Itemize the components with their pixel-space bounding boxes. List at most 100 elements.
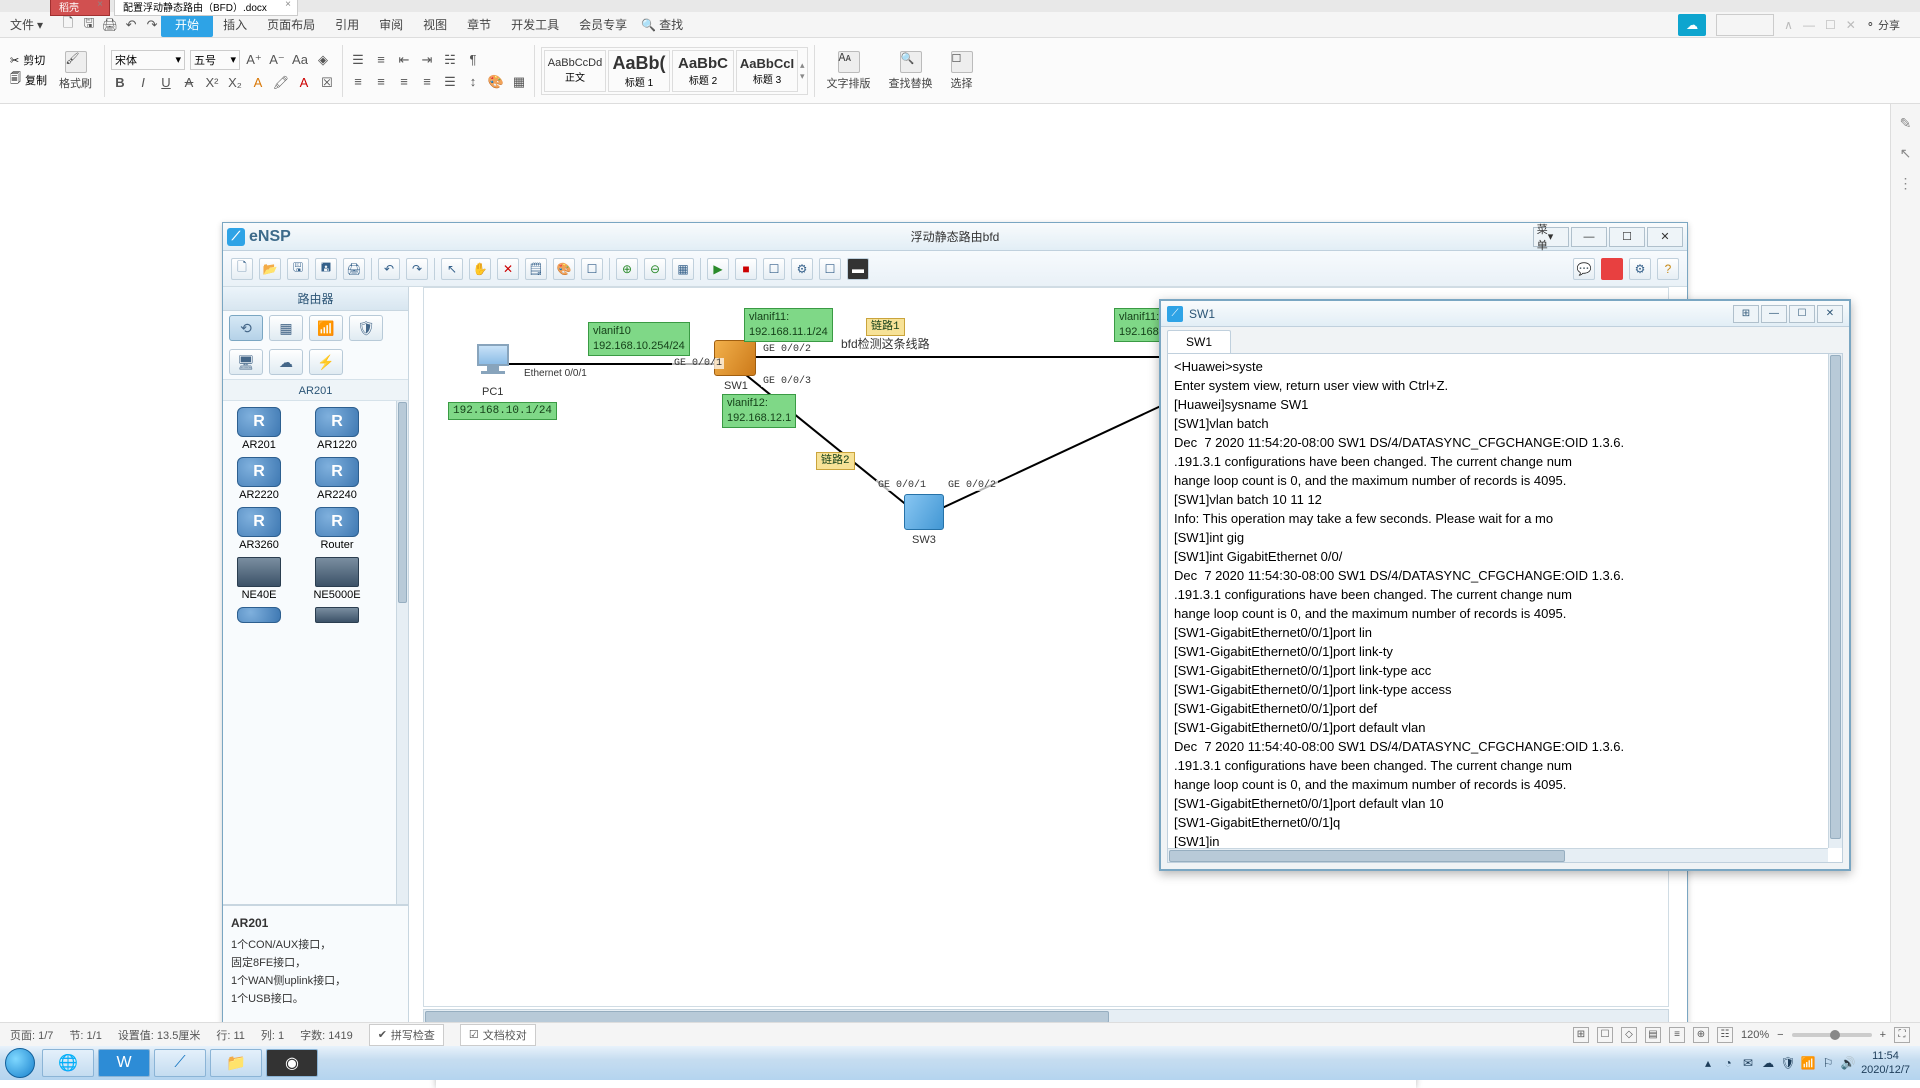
zoom-slider[interactable] xyxy=(1792,1033,1872,1037)
view-mode-icon[interactable]: ≡ xyxy=(1669,1027,1685,1043)
char-border-button[interactable]: ☒ xyxy=(318,74,336,92)
device-sw3[interactable] xyxy=(904,494,944,530)
bullet-list-icon[interactable]: ☰ xyxy=(349,51,367,69)
find-replace-button[interactable]: 🔍查找替换 xyxy=(883,41,939,101)
shrink-font-icon[interactable]: A⁻ xyxy=(268,51,286,69)
text-icon[interactable]: ☐ xyxy=(581,258,603,280)
tab-start[interactable]: 开始 xyxy=(161,12,213,37)
tray-icon[interactable]: 🛡 xyxy=(1781,1056,1795,1070)
align-justify-icon[interactable]: ≡ xyxy=(418,73,436,91)
view-mode-icon[interactable]: ☐ xyxy=(1597,1027,1613,1043)
fullscreen-icon[interactable]: ⛶ xyxy=(1894,1027,1910,1043)
task-obs[interactable]: ◉ xyxy=(266,1049,318,1077)
superscript-button[interactable]: X² xyxy=(203,74,221,92)
device-ar2240[interactable]: RAR2240 xyxy=(307,457,367,501)
cat-firewall-icon[interactable]: 🛡 xyxy=(349,315,383,341)
font-color-button[interactable]: A xyxy=(295,74,313,92)
toolbar-icon[interactable]: ↷ xyxy=(143,16,161,34)
cli-icon[interactable]: ▬ xyxy=(847,258,869,280)
settings-icon[interactable]: ⚙ xyxy=(1629,258,1651,280)
tab-review[interactable]: 审阅 xyxy=(369,12,413,37)
cat-switch-icon[interactable]: ▦ xyxy=(269,315,303,341)
tray-icon[interactable]: ⚐ xyxy=(1821,1056,1835,1070)
ensp-menu-button[interactable]: 菜 单 ▾ xyxy=(1533,227,1569,247)
slider-knob[interactable] xyxy=(1830,1030,1840,1040)
scroll-thumb[interactable] xyxy=(1830,355,1841,839)
tray-icon[interactable]: ◔ xyxy=(1721,1056,1735,1070)
tray-icon[interactable]: ✉ xyxy=(1741,1056,1755,1070)
close-icon[interactable]: ✕ xyxy=(1846,18,1856,32)
font-size-select[interactable]: 五号▾ xyxy=(190,50,240,70)
change-case-icon[interactable]: Aa xyxy=(291,51,309,69)
scroll-thumb[interactable] xyxy=(398,402,407,603)
tab-reference[interactable]: 引用 xyxy=(325,12,369,37)
align-center-icon[interactable]: ≡ xyxy=(372,73,390,91)
undo-icon[interactable]: ↶ xyxy=(378,258,400,280)
view-mode-icon[interactable]: ⊕ xyxy=(1693,1027,1709,1043)
zoom-in-button[interactable]: + xyxy=(1880,1029,1886,1041)
underline-button[interactable]: U xyxy=(157,74,175,92)
task-browser[interactable]: 🌐 xyxy=(42,1049,94,1077)
align-left-icon[interactable]: ≡ xyxy=(349,73,367,91)
tab-page-layout[interactable]: 页面布局 xyxy=(257,12,325,37)
print-icon[interactable]: 🖨 xyxy=(343,258,365,280)
style-heading3[interactable]: AaBbCcI标题 3 xyxy=(736,50,798,92)
device-router[interactable]: RRouter xyxy=(307,507,367,551)
tab-devtool[interactable]: 开发工具 xyxy=(501,12,569,37)
help-icon[interactable]: ? xyxy=(1657,258,1679,280)
tool-icon[interactable]: ✎ xyxy=(1897,114,1915,132)
close-icon[interactable]: ✕ xyxy=(1647,227,1683,247)
tray-icon[interactable]: 📶 xyxy=(1801,1056,1815,1070)
tray-clock[interactable]: 11:542020/12/7 xyxy=(1861,1049,1910,1077)
task-wps[interactable]: W xyxy=(98,1049,150,1077)
tab-insert[interactable]: 插入 xyxy=(213,12,257,37)
save-icon[interactable]: 🖫 xyxy=(287,258,309,280)
toolbar-icon[interactable]: 🖨 xyxy=(101,16,119,34)
show-marks-icon[interactable]: ¶ xyxy=(464,51,482,69)
collapse-ribbon-icon[interactable]: ∧ xyxy=(1784,18,1793,32)
tray-icon[interactable]: ☁ xyxy=(1761,1056,1775,1070)
note-icon[interactable]: 🗒 xyxy=(525,258,547,280)
misc-icon[interactable]: ☐ xyxy=(819,258,841,280)
scroll-thumb[interactable] xyxy=(1169,850,1565,862)
cat-cloud-icon[interactable]: ☁ xyxy=(269,349,303,375)
font-family-select[interactable]: 宋体▾ xyxy=(111,50,185,70)
text-layout-button[interactable]: 🗛文字排版 xyxy=(821,41,877,101)
outdent-icon[interactable]: ⇤ xyxy=(395,51,413,69)
minimize-icon[interactable]: — xyxy=(1761,305,1787,323)
device-partial[interactable] xyxy=(229,607,289,623)
sort-icon[interactable]: ☵ xyxy=(441,51,459,69)
device-ar201[interactable]: RAR201 xyxy=(229,407,289,451)
fit-icon[interactable]: ▦ xyxy=(672,258,694,280)
toolbar-icon[interactable]: ↶ xyxy=(122,16,140,34)
task-explorer[interactable]: 📁 xyxy=(210,1049,262,1077)
device-ne5000e[interactable]: NE5000E xyxy=(307,557,367,601)
login-input[interactable] xyxy=(1716,14,1774,36)
view-mode-icon[interactable]: ▤ xyxy=(1645,1027,1661,1043)
style-normal[interactable]: AaBbCcDd正文 xyxy=(544,50,606,92)
pan-icon[interactable]: ✋ xyxy=(469,258,491,280)
terminal-titlebar[interactable]: ⟋ SW1 ⊞ — ☐ ✕ xyxy=(1161,301,1849,327)
toolbar-icon[interactable]: 🗋 xyxy=(59,16,77,34)
align-right-icon[interactable]: ≡ xyxy=(395,73,413,91)
maximize-icon[interactable]: ☐ xyxy=(1789,305,1815,323)
indent-icon[interactable]: ⇥ xyxy=(418,51,436,69)
view-mode-icon[interactable]: ◇ xyxy=(1621,1027,1637,1043)
share-button[interactable]: ⚬分享 xyxy=(1866,17,1900,33)
tab-chapter[interactable]: 章节 xyxy=(457,12,501,37)
copy-button[interactable]: 🗐复制 xyxy=(10,70,47,89)
italic-button[interactable]: I xyxy=(134,74,152,92)
shading-icon[interactable]: 🎨 xyxy=(487,73,505,91)
delete-icon[interactable]: ✕ xyxy=(497,258,519,280)
tab-view[interactable]: 视图 xyxy=(413,12,457,37)
ensp-titlebar[interactable]: ⟋eNSP 浮动静态路由bfd 菜 单 ▾ — ☐ ✕ xyxy=(223,223,1687,251)
strike-button[interactable]: A xyxy=(180,74,198,92)
scrollbar[interactable] xyxy=(1828,354,1842,848)
more-icon[interactable]: ⋮ xyxy=(1897,174,1915,192)
pin-icon[interactable]: ⊞ xyxy=(1733,305,1759,323)
clear-format-icon[interactable]: ◈ xyxy=(314,51,332,69)
zoom-in-icon[interactable]: ⊕ xyxy=(616,258,638,280)
view-mode-icon[interactable]: ⊞ xyxy=(1573,1027,1589,1043)
minimize-icon[interactable]: — xyxy=(1571,227,1607,247)
toolbar-icon[interactable]: 🖫 xyxy=(80,16,98,34)
